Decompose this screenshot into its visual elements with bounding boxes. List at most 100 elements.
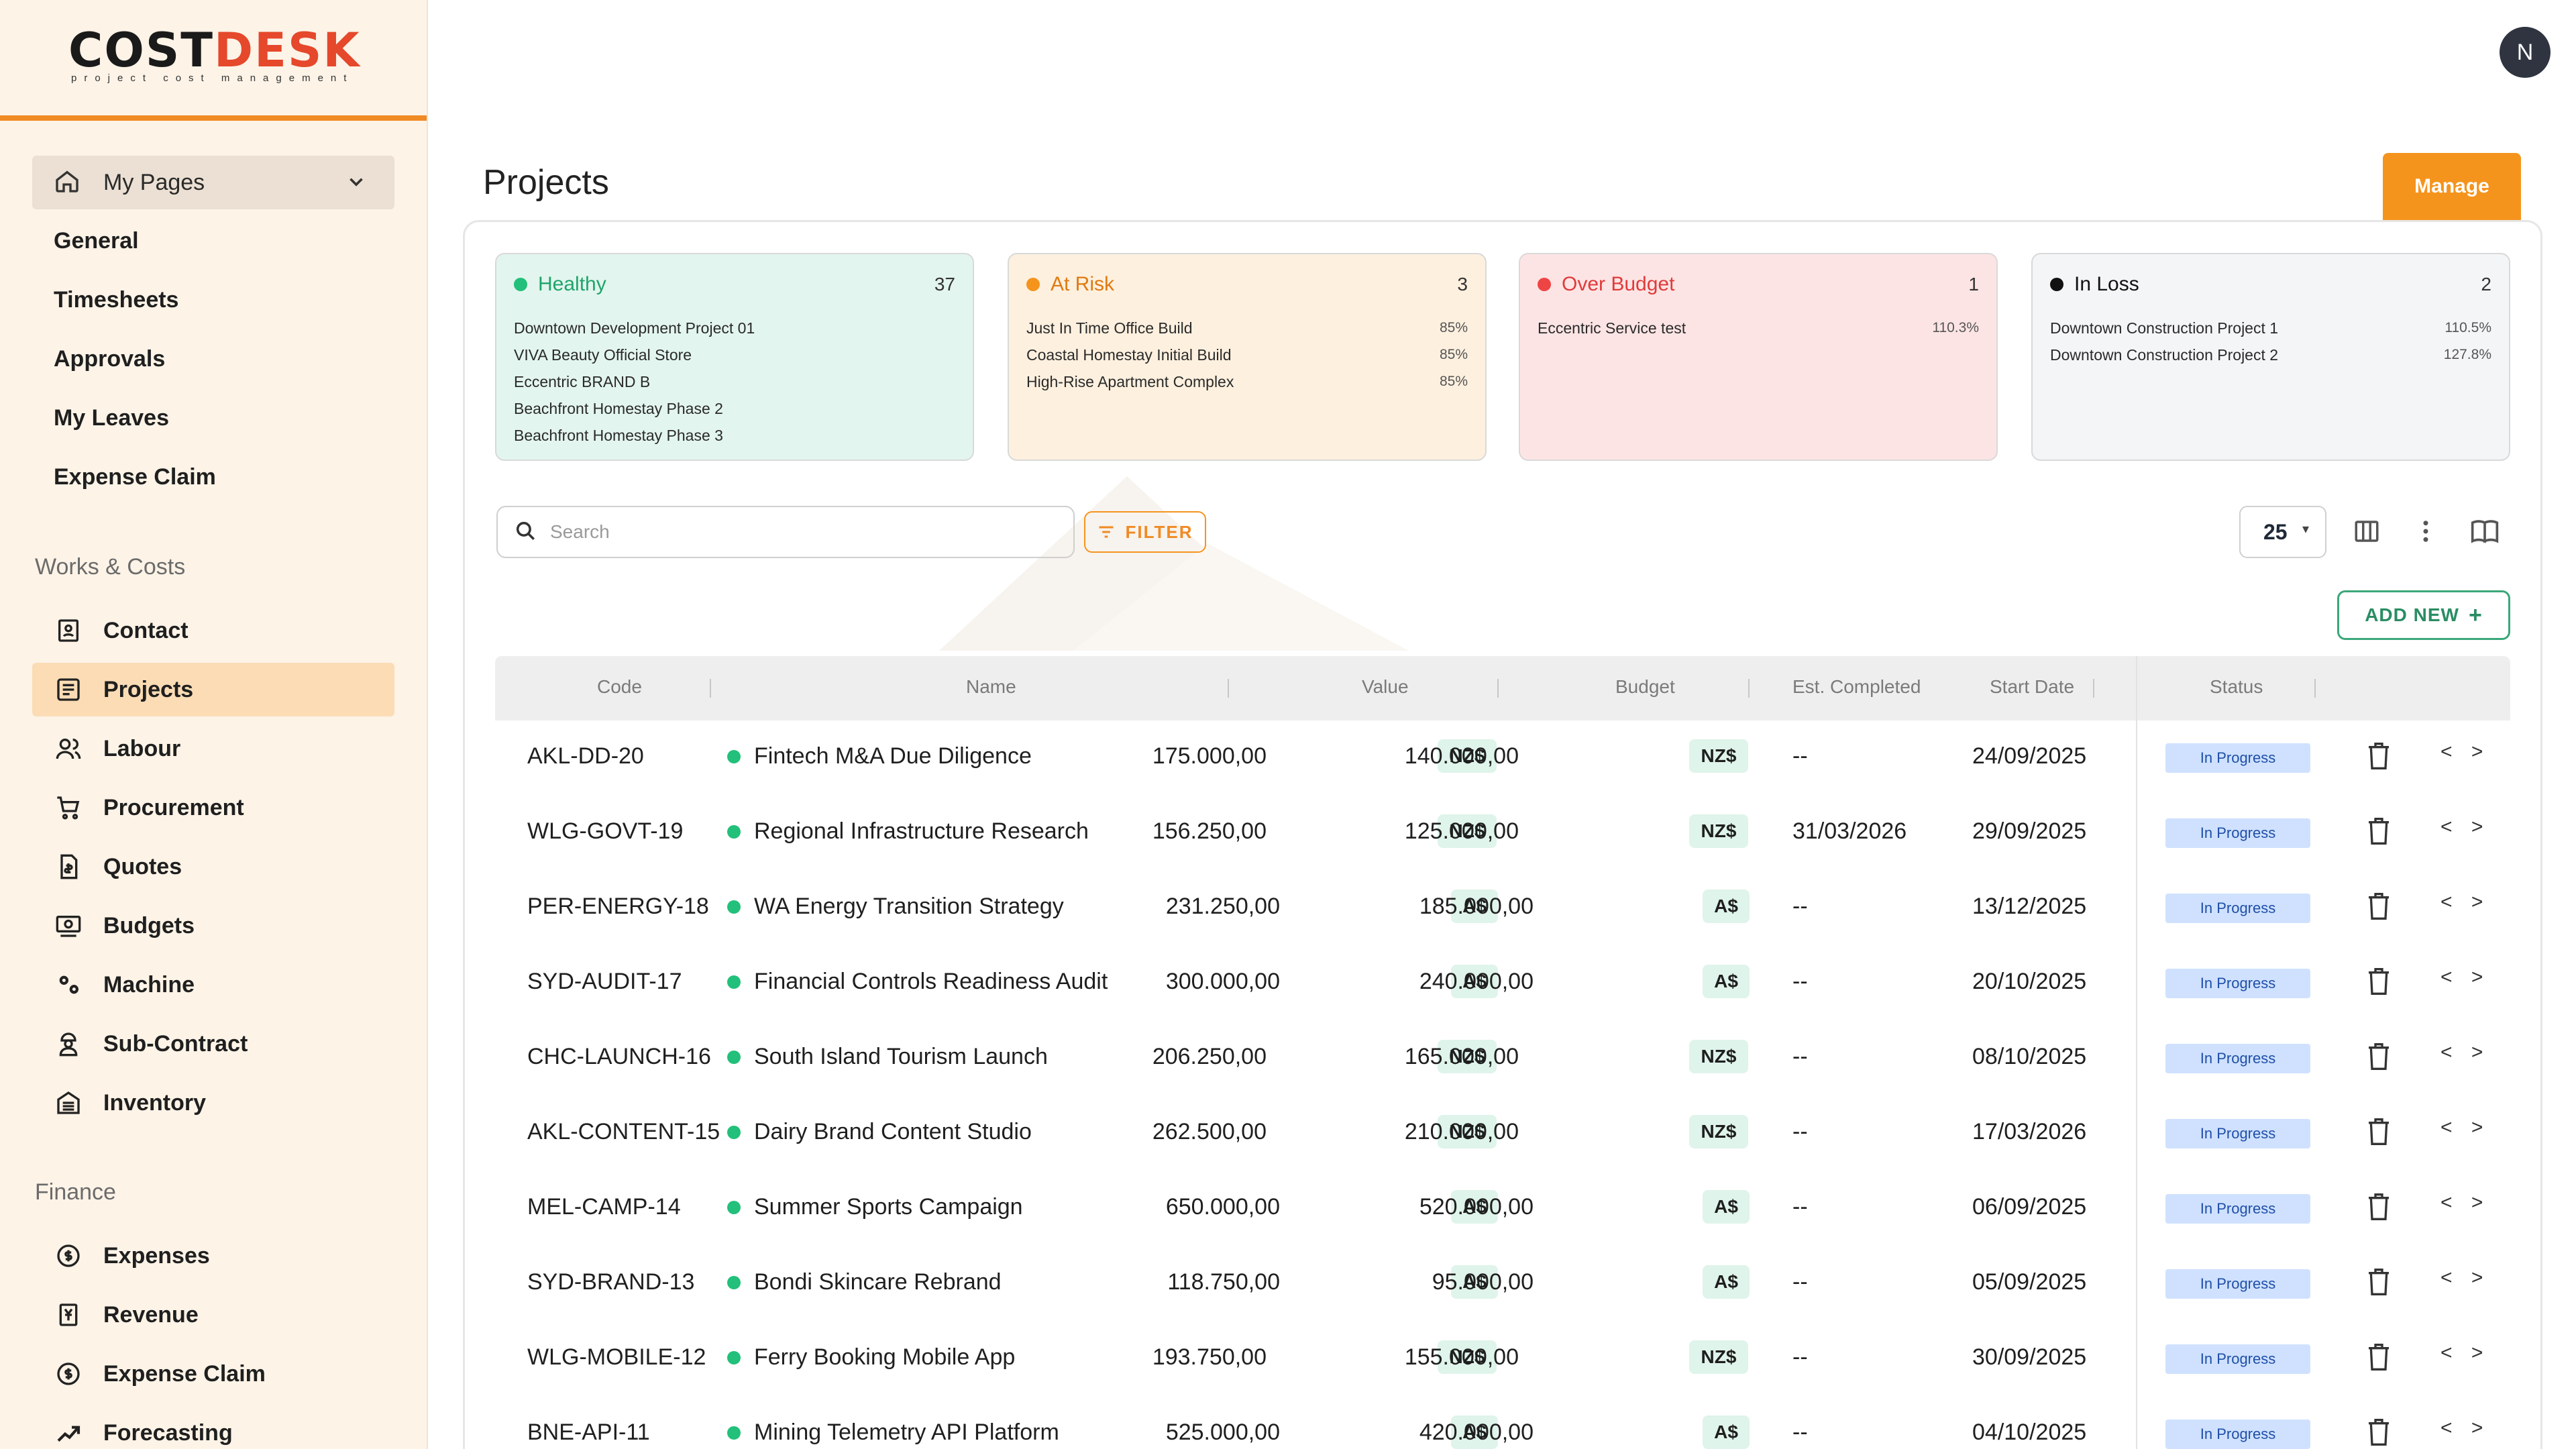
card-row: Eccentric BRAND B	[514, 373, 651, 390]
sidebar-item-expenses[interactable]: Expenses	[32, 1229, 394, 1283]
sidebar-item-inventory[interactable]: Inventory	[32, 1076, 394, 1130]
table-row[interactable]: AKL-CONTENT-15 Dairy Brand Content Studio…	[495, 1096, 2510, 1171]
user-avatar[interactable]: N	[2500, 27, 2551, 78]
caret-down-icon: ▾	[2302, 522, 2309, 537]
sidebar-item-procurement[interactable]: Procurement	[32, 781, 394, 835]
col-header-budget[interactable]: Budget	[1615, 676, 1675, 698]
over-budget-card[interactable]: Over Budget 1 Eccentric Service test 110.3…	[1519, 253, 1998, 461]
column-divider[interactable]	[2314, 679, 2316, 698]
project-budget: 185.000,00	[1419, 894, 1534, 919]
sidebar-item-budgets[interactable]: Budgets	[32, 899, 394, 953]
col-header-start-date[interactable]: Start Date	[1990, 676, 2074, 698]
column-divider[interactable]	[710, 679, 711, 698]
table-row[interactable]: SYD-BRAND-13 Bondi Skincare Rebrand 118.75…	[495, 1246, 2510, 1322]
trash-icon[interactable]	[2365, 1191, 2392, 1225]
table-row[interactable]: WLG-GOVT-19 Regional Infrastructure Resea…	[495, 796, 2510, 871]
card-row: VIVA Beauty Official Store	[514, 346, 692, 364]
health-dot	[727, 975, 741, 989]
budget-currency-badge: A$	[1703, 1265, 1750, 1299]
code-brackets-icon[interactable]: < >	[2440, 1191, 2489, 1214]
code-brackets-icon[interactable]: < >	[2440, 1342, 2489, 1364]
trash-icon[interactable]	[2365, 891, 2392, 924]
trash-icon[interactable]	[2365, 1342, 2392, 1375]
column-divider[interactable]	[1748, 679, 1750, 698]
table-row[interactable]: BNE-API-11 Mining Telemetry API Platform 5…	[495, 1397, 2510, 1449]
sidebar-item-quotes[interactable]: Quotes	[32, 840, 394, 894]
trash-icon[interactable]	[2365, 966, 2392, 1000]
healthy-card[interactable]: Healthy 37 Downtown Development Project 0…	[495, 253, 974, 461]
table-row[interactable]: MEL-CAMP-14 Summer Sports Campaign 650.000…	[495, 1171, 2510, 1246]
page-size-select[interactable]: 25 ▾	[2239, 506, 2326, 558]
project-name[interactable]: Fintech M&A Due Diligence	[727, 743, 1032, 769]
search-icon	[514, 519, 537, 545]
code-brackets-icon[interactable]: < >	[2440, 1041, 2489, 1064]
project-name[interactable]: South Island Tourism Launch	[727, 1044, 1048, 1070]
project-name[interactable]: Summer Sports Campaign	[727, 1194, 1023, 1220]
project-name[interactable]: Dairy Brand Content Studio	[727, 1119, 1032, 1145]
project-name[interactable]: Mining Telemetry API Platform	[727, 1419, 1059, 1446]
code-brackets-icon[interactable]: < >	[2440, 741, 2489, 763]
search-box[interactable]	[496, 506, 1075, 558]
table-row[interactable]: SYD-AUDIT-17 Financial Controls Readiness…	[495, 946, 2510, 1021]
book-icon[interactable]	[2466, 513, 2504, 550]
sidebar-item-timesheets[interactable]: Timesheets	[54, 287, 178, 313]
table-row[interactable]: AKL-DD-20 Fintech M&A Due Diligence 175.00…	[495, 720, 2510, 796]
table-header: Code Name Value Budget Est. Completed St…	[495, 656, 2510, 720]
column-divider[interactable]	[1228, 679, 1229, 698]
sidebar-item-machine[interactable]: Machine	[32, 958, 394, 1012]
manage-button[interactable]: Manage	[2383, 153, 2521, 220]
code-brackets-icon[interactable]: < >	[2440, 1267, 2489, 1289]
project-name[interactable]: Regional Infrastructure Research	[727, 818, 1089, 845]
sidebar-item-forecasting[interactable]: Forecasting	[32, 1406, 394, 1449]
sidebar-item-contact[interactable]: Contact	[32, 604, 394, 657]
sidebar-item-sub-contract[interactable]: Sub-Contract	[32, 1017, 394, 1071]
sidebar-item-expense-claim-finance[interactable]: Expense Claim	[32, 1347, 394, 1401]
status-badge: In Progress	[2165, 743, 2310, 773]
trash-icon[interactable]	[2365, 741, 2392, 774]
trash-icon[interactable]	[2365, 1041, 2392, 1075]
logo[interactable]: COSTDESK	[68, 23, 361, 78]
col-header-est-completed[interactable]: Est. Completed	[1792, 676, 1921, 698]
column-divider[interactable]	[2093, 679, 2094, 698]
col-header-value[interactable]: Value	[1362, 676, 1409, 698]
budget-currency-badge: A$	[1703, 1190, 1750, 1224]
trash-icon[interactable]	[2365, 1116, 2392, 1150]
column-divider[interactable]	[1497, 679, 1499, 698]
code-brackets-icon[interactable]: < >	[2440, 816, 2489, 839]
budget-currency-badge: NZ$	[1689, 1340, 1748, 1374]
card-label: In Loss	[2074, 273, 2139, 295]
search-input[interactable]	[550, 521, 1060, 543]
trash-icon[interactable]	[2365, 816, 2392, 849]
code-brackets-icon[interactable]: < >	[2440, 1417, 2489, 1440]
card-count: 1	[1968, 274, 1979, 294]
sidebar-item-general[interactable]: General	[54, 228, 139, 254]
more-vertical-icon[interactable]	[2407, 513, 2445, 550]
columns-icon[interactable]	[2348, 513, 2385, 550]
project-name[interactable]: WA Energy Transition Strategy	[727, 894, 1064, 920]
project-name[interactable]: Ferry Booking Mobile App	[727, 1344, 1015, 1371]
trash-icon[interactable]	[2365, 1417, 2392, 1449]
sidebar-item-revenue[interactable]: Revenue	[32, 1288, 394, 1342]
in-loss-card[interactable]: In Loss 2 Downtown Construction Project 1…	[2031, 253, 2510, 461]
my-pages-dropdown[interactable]: My Pages	[32, 156, 394, 209]
sidebar-item-approvals[interactable]: Approvals	[54, 346, 165, 372]
sidebar-item-labour[interactable]: Labour	[32, 722, 394, 775]
col-header-status[interactable]: Status	[2210, 676, 2263, 698]
project-name[interactable]: Financial Controls Readiness Audit	[727, 969, 1108, 995]
col-header-name[interactable]: Name	[966, 676, 1016, 698]
trash-icon[interactable]	[2365, 1267, 2392, 1300]
code-brackets-icon[interactable]: < >	[2440, 891, 2489, 914]
table-row[interactable]: CHC-LAUNCH-16 South Island Tourism Launch…	[495, 1021, 2510, 1096]
col-header-code[interactable]: Code	[597, 676, 642, 698]
code-brackets-icon[interactable]: < >	[2440, 1116, 2489, 1139]
sidebar-item-projects[interactable]: Projects	[32, 663, 394, 716]
project-name[interactable]: Bondi Skincare Rebrand	[727, 1269, 1002, 1295]
sidebar-item-my-leaves[interactable]: My Leaves	[54, 405, 169, 431]
at-risk-card[interactable]: At Risk 3 Just In Time Office Build 85% Co…	[1008, 253, 1487, 461]
sidebar-item-expense-claim[interactable]: Expense Claim	[54, 464, 216, 490]
filter-button[interactable]: FILTER	[1084, 511, 1206, 553]
add-new-button[interactable]: ADD NEW +	[2337, 590, 2510, 640]
code-brackets-icon[interactable]: < >	[2440, 966, 2489, 989]
table-row[interactable]: PER-ENERGY-18 WA Energy Transition Strate…	[495, 871, 2510, 946]
table-row[interactable]: WLG-MOBILE-12 Ferry Booking Mobile App 193…	[495, 1322, 2510, 1397]
